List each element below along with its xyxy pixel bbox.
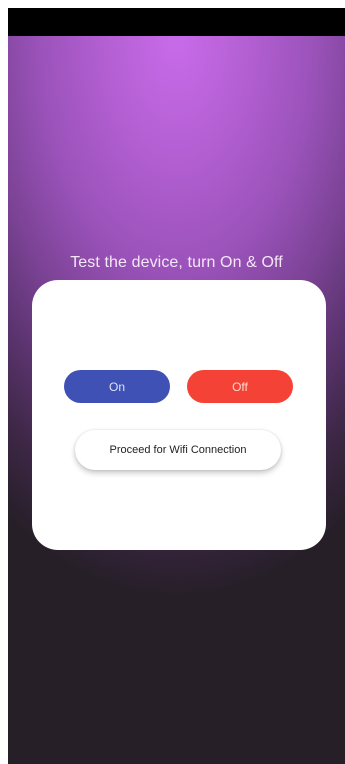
on-button[interactable]: On: [64, 370, 170, 403]
test-dialog-card: On Off Proceed for Wifi Connection: [32, 280, 326, 550]
page-title: Test the device, turn On & Off: [70, 254, 283, 271]
proceed-wifi-button[interactable]: Proceed for Wifi Connection: [75, 430, 281, 470]
app-frame: Test the device, turn On & Off On Off Pr…: [8, 8, 345, 764]
status-bar: [8, 8, 345, 36]
device-test-screen: Test the device, turn On & Off On Off Pr…: [8, 36, 345, 764]
off-button[interactable]: Off: [187, 370, 293, 403]
